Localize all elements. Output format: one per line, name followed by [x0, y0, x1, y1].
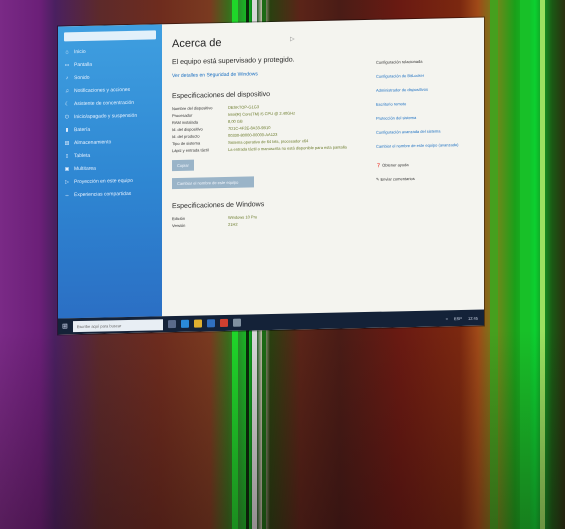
sidebar-item-label: Almacenamiento [74, 138, 112, 146]
focus-icon: ☾ [64, 100, 70, 107]
sound-icon: ♪ [65, 74, 69, 81]
explorer-icon[interactable] [193, 319, 202, 328]
sidebar-item-label: Inicio [74, 48, 86, 55]
protection-heading: El equipo está supervisado y protegido. [172, 56, 295, 67]
help-link[interactable]: ❓ Obtener ayuda [376, 161, 476, 168]
page-title: Acerca de [172, 37, 222, 51]
about-page: Acerca de El equipo está supervisado y p… [162, 20, 376, 316]
battery-icon: ▮ [65, 126, 69, 133]
settings-search-input[interactable] [64, 30, 156, 42]
sidebar-item-11[interactable]: ↔ Experiencias compartidas [58, 186, 162, 201]
spec-label: Lápiz y entrada táctil [172, 147, 209, 154]
copy-button[interactable]: Copiar [172, 159, 194, 172]
settings-sidebar: ⌂ Inicio ▭ Pantalla ♪ Sonido ♫ Notificaciones y… [58, 24, 162, 319]
related-link-4[interactable]: Protección del sistema [376, 114, 476, 121]
rename-pc-button[interactable]: Cambiar el nombre de este equipo [172, 176, 254, 190]
spec-label: Versión [172, 222, 186, 229]
system-tray: ≈ ESP 12:45 [446, 315, 484, 321]
sidebar-item-label: Batería [74, 126, 91, 133]
sidebar-item-label: Pantalla [74, 61, 93, 68]
project-icon: ▷ [65, 178, 69, 185]
security-details-link[interactable]: Ver detalles en Seguridad de Windows [172, 69, 376, 79]
related-settings: Configuración relacionada Configuración d… [376, 58, 476, 310]
sidebar-item-label: Inicio/apagado y suspensión [74, 112, 138, 120]
storage-icon: ▤ [64, 139, 70, 146]
device-specs-list: Nombre del dispositivo DESKTOP-G1G3 Proces… [172, 101, 376, 154]
start-icon[interactable]: ⊞ [62, 322, 68, 330]
power-icon: ⏻ [65, 113, 69, 120]
spec-value: Windows 10 Pro [228, 214, 258, 220]
sidebar-item-label: Sonido [74, 74, 90, 81]
tablet-icon: ▯ [65, 152, 69, 159]
sidebar-item-label: Multitarea [74, 165, 96, 172]
store-icon[interactable] [206, 319, 215, 328]
spec-value: Intel(R) Core(TM) i5 CPU @ 2.40GHz [228, 110, 296, 117]
taskview-icon[interactable] [167, 319, 176, 329]
related-link-2[interactable]: Administrador de dispositivos [376, 86, 476, 93]
related-link-1[interactable]: Configuración de BitLocker [376, 72, 476, 79]
display-icon: ▭ [64, 61, 70, 68]
related-link-0: Configuración relacionada [376, 58, 423, 65]
multitask-icon: ▣ [64, 165, 70, 172]
photo-shadow [0, 330, 565, 529]
sidebar-item-label: Tableta [74, 152, 91, 159]
shared-icon: ↔ [64, 191, 70, 198]
clock[interactable]: 12:45 [468, 315, 478, 320]
related-link-3[interactable]: Escritorio remoto [376, 100, 476, 107]
chrome-icon[interactable] [219, 318, 228, 328]
bell-icon: ♫ [65, 87, 69, 94]
sidebar-item-label: Proyección en este equipo [74, 177, 133, 185]
settings-icon[interactable] [232, 318, 241, 327]
feedback-icon: ✎ [376, 176, 380, 182]
spec-value: 21H2 [228, 221, 238, 227]
home-icon: ⌂ [65, 48, 69, 55]
language-indicator[interactable]: ESP [454, 315, 462, 320]
edge-icon[interactable] [180, 319, 189, 328]
device-specs-title: Especificaciones del dispositivo [172, 91, 271, 101]
sidebar-item-label: Asistente de concentración [74, 99, 135, 107]
spec-value: La entrada táctil o manuscrita no está d… [228, 144, 347, 152]
feedback-link[interactable]: ✎ Enviar comentarios [376, 175, 476, 182]
sidebar-item-label: Experiencias compartidas [74, 190, 132, 198]
sidebar-item-label: Notificaciones y acciones [74, 86, 131, 94]
help-icon: ❓ [376, 162, 381, 168]
taskbar-search-input[interactable]: Escribe aquí para buscar [72, 318, 163, 332]
related-link-6[interactable]: Cambiar el nombre de este equipo (avanza… [376, 142, 476, 149]
related-link-5[interactable]: Configuración avanzada del sistema [376, 128, 476, 134]
wifi-icon[interactable]: ≈ [446, 316, 448, 321]
windows-specs-title: Especificaciones de Windows [172, 201, 265, 211]
monitor-screen: ⌂ Inicio ▭ Pantalla ♪ Sonido ♫ Notificaciones y… [58, 17, 484, 335]
cursor-icon: ▷ [290, 36, 295, 43]
windows-specs-list: Edición Windows 10 Pro Versión 21H2 [172, 211, 376, 229]
